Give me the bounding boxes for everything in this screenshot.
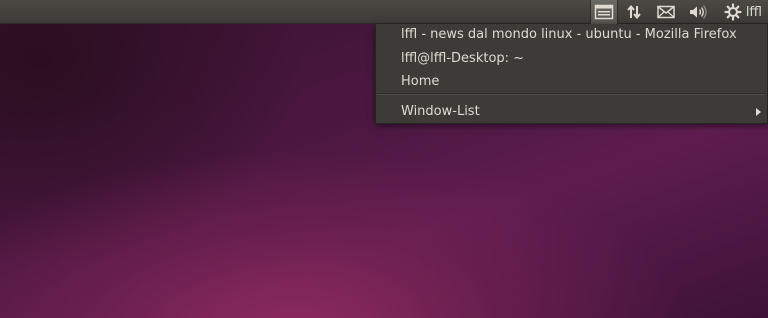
volume-icon: [688, 4, 708, 20]
window-list-icon: [594, 3, 614, 21]
window-list-indicator[interactable]: [589, 0, 618, 24]
window-list-menu: lffl - news dal mondo linux - ubuntu - M…: [375, 24, 768, 124]
network-arrows-icon: [626, 4, 642, 20]
menu-item-firefox[interactable]: lffl - news dal mondo linux - ubuntu - M…: [401, 27, 737, 43]
network-indicator[interactable]: [618, 0, 650, 24]
menu-item-window-list[interactable]: Window-List: [401, 104, 480, 120]
top-panel: lffl: [0, 0, 768, 24]
indicator-area: lffl: [589, 0, 768, 24]
session-indicator[interactable]: lffl: [714, 0, 768, 24]
menu-item-terminal[interactable]: lffl@lffl-Desktop: ~: [401, 51, 524, 67]
sound-indicator[interactable]: [682, 0, 714, 24]
username-label: lffl: [745, 4, 762, 20]
menu-separator: [377, 93, 766, 95]
envelope-icon: [657, 5, 675, 19]
menu-item-home[interactable]: Home: [401, 74, 439, 90]
messaging-indicator[interactable]: [650, 0, 682, 24]
submenu-arrow-icon: [756, 108, 761, 116]
gear-icon: [724, 3, 742, 21]
